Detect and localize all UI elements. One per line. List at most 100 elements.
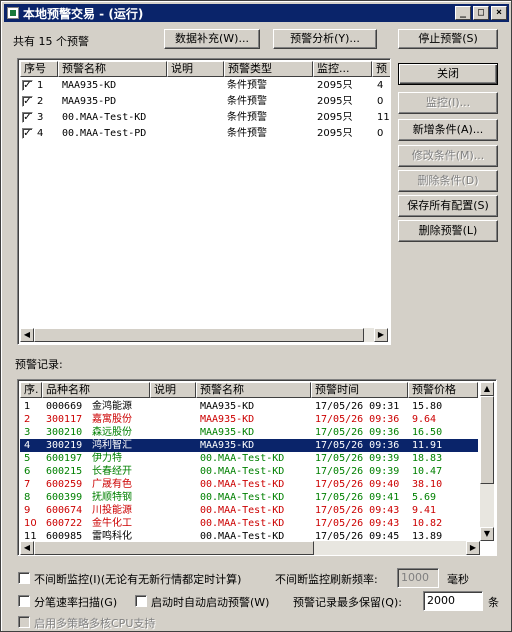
- close-window-button[interactable]: ×: [491, 6, 507, 20]
- record-row[interactable]: 1 000669 金鸿能源 MAA935-KD 17/05/26 09:31 15.80: [20, 400, 478, 413]
- alert-row[interactable]: ✓ 4 00.MAA-Test-PD 条件预警 2095只 0: [20, 127, 390, 140]
- record-row[interactable]: 5 600197 伊力特 00.MAA-Test-KD 17/05/26 09:39 18…: [20, 452, 478, 465]
- scroll-up-icon[interactable]: ▲: [480, 382, 494, 396]
- records-vscrollbar[interactable]: ▲ ▼: [480, 382, 494, 541]
- delete-alert-button[interactable]: 删除预警(L): [398, 220, 498, 242]
- alert-enable-checkbox[interactable]: ✓: [22, 112, 33, 123]
- add-condition-button[interactable]: 新增条件(A)...: [398, 119, 498, 141]
- record-num: 7: [24, 479, 31, 490]
- scroll-down-icon[interactable]: ▼: [480, 527, 494, 541]
- col-header-num[interactable]: 序号: [20, 61, 58, 77]
- modify-condition-button[interactable]: 修改条件(M)...: [398, 145, 498, 167]
- records-list[interactable]: 序. 品种名称 说明 预警名称 预警时间 预警价格 1 000669 金鸿能源 MAA…: [17, 379, 497, 556]
- record-row[interactable]: 4 300219 鸿利智汇 MAA935-KD 17/05/26 09:36 11.91: [20, 439, 478, 452]
- record-num: 1: [24, 401, 31, 412]
- alert-row[interactable]: ✓ 3 00.MAA-Test-KD 条件预警 2095只 11: [20, 111, 390, 124]
- record-code: 600674: [46, 505, 83, 516]
- record-num: 4: [24, 440, 31, 451]
- scroll-right-icon[interactable]: ▶: [374, 328, 388, 342]
- alert-enable-checkbox[interactable]: ✓: [22, 128, 33, 139]
- minimize-button[interactable]: _: [455, 6, 471, 20]
- record-price: 18.83: [412, 453, 443, 464]
- save-all-config-button[interactable]: 保存所有配置(S): [398, 195, 498, 217]
- scroll-thumb[interactable]: [34, 328, 364, 342]
- record-time: 17/05/26 09:40: [315, 479, 400, 490]
- record-name: 金牛化工: [92, 518, 132, 529]
- col-header-type[interactable]: 预警类型: [224, 61, 313, 77]
- alert-analysis-button[interactable]: 预警分析(Y)...: [273, 29, 377, 49]
- record-row[interactable]: 9 600674 川投能源 00.MAA-Test-KD 17/05/26 09:43 9…: [20, 504, 478, 517]
- alert-monitor: 2095只: [317, 80, 353, 91]
- auto-start-checkbox[interactable]: [135, 595, 147, 607]
- col-header-extra[interactable]: 预: [372, 61, 390, 77]
- alert-row[interactable]: ✓ 1 MAA935-KD 条件预警 2095只 4: [20, 79, 390, 92]
- record-name: 长春经开: [92, 466, 132, 477]
- data-supplement-button[interactable]: 数据补充(W)...: [164, 29, 260, 49]
- record-num: 2: [24, 414, 31, 425]
- scroll-thumb[interactable]: [34, 541, 314, 555]
- multi-cpu-checkbox[interactable]: [18, 616, 30, 628]
- max-records-input[interactable]: 2000: [423, 591, 483, 611]
- alerts-list[interactable]: 序号 预警名称 说明 预警类型 监控... 预 ✓ 1 MAA935-KD 条件…: [17, 58, 391, 345]
- record-name: 川投能源: [92, 505, 132, 516]
- rec-col-price[interactable]: 预警价格: [408, 382, 478, 398]
- delete-condition-button[interactable]: 删除条件(D): [398, 170, 498, 192]
- record-row[interactable]: 7 600259 广晟有色 00.MAA-Test-KD 17/05/26 09:40 3…: [20, 478, 478, 491]
- refresh-rate-label: 不间断监控刷新频率:: [275, 573, 378, 586]
- record-row[interactable]: 6 600215 长春经开 00.MAA-Test-KD 17/05/26 09:39 1…: [20, 465, 478, 478]
- col-header-monitor[interactable]: 监控...: [313, 61, 372, 77]
- record-time: 17/05/26 09:31: [315, 401, 400, 412]
- scroll-left-icon[interactable]: ◀: [20, 328, 34, 342]
- record-num: 5: [24, 453, 31, 464]
- col-header-desc[interactable]: 说明: [167, 61, 224, 77]
- alert-enable-checkbox[interactable]: ✓: [22, 80, 33, 91]
- record-row[interactable]: 10 600722 金牛化工 00.MAA-Test-KD 17/05/26 09:43…: [20, 517, 478, 530]
- record-code: 300219: [46, 440, 83, 451]
- record-name: 森远股份: [92, 427, 132, 438]
- rec-col-num[interactable]: 序.: [20, 382, 42, 398]
- title-bar: 本地预警交易 - (运行) _ □ ×: [4, 4, 509, 22]
- alert-count-label: 共有 15 个预警: [13, 35, 89, 48]
- scroll-right-icon[interactable]: ▶: [466, 541, 480, 555]
- alert-name: MAA935-PD: [62, 96, 117, 107]
- record-name: 抚顺特钢: [92, 492, 132, 503]
- vscroll-thumb[interactable]: [480, 396, 494, 484]
- rec-col-desc[interactable]: 说明: [150, 382, 196, 398]
- close-button[interactable]: 关闭: [398, 63, 498, 85]
- rec-col-time[interactable]: 预警时间: [311, 382, 408, 398]
- alert-row[interactable]: ✓ 2 MAA935-PD 条件预警 2095只 0: [20, 95, 390, 108]
- scroll-left-icon[interactable]: ◀: [20, 541, 34, 555]
- alert-extra: 0: [377, 96, 384, 107]
- record-price: 38.10: [412, 479, 443, 490]
- record-row[interactable]: 2 300117 嘉寓股份 MAA935-KD 17/05/26 09:36 9.64: [20, 413, 478, 426]
- continuous-monitor-checkbox[interactable]: [18, 572, 30, 584]
- alerts-hscrollbar[interactable]: ◀ ▶: [20, 328, 388, 342]
- maximize-button[interactable]: □: [473, 6, 489, 20]
- alert-enable-checkbox[interactable]: ✓: [22, 96, 33, 107]
- alert-num: 3: [37, 112, 44, 123]
- alert-name: 00.MAA-Test-KD: [62, 112, 147, 123]
- record-code: 300210: [46, 427, 83, 438]
- refresh-rate-input[interactable]: 1000: [397, 568, 439, 588]
- record-time: 17/05/26 09:36: [315, 440, 400, 451]
- monitor-button[interactable]: 监控(I)...: [398, 92, 498, 114]
- alert-num: 4: [37, 128, 44, 139]
- rec-col-name[interactable]: 品种名称: [42, 382, 150, 398]
- tick-scan-checkbox[interactable]: [18, 595, 30, 607]
- record-num: 9: [24, 505, 31, 516]
- col-header-name[interactable]: 预警名称: [58, 61, 167, 77]
- max-records-unit: 条: [488, 596, 499, 609]
- rec-col-alert[interactable]: 预警名称: [196, 382, 311, 398]
- records-hscrollbar[interactable]: ◀ ▶: [20, 541, 480, 555]
- record-price: 5.69: [412, 492, 437, 503]
- alert-extra: 11: [377, 112, 390, 123]
- main-window: 本地预警交易 - (运行) _ □ × 共有 15 个预警 数据补充(W)...…: [0, 0, 512, 632]
- record-row[interactable]: 3 300210 森远股份 MAA935-KD 17/05/26 09:36 16.50: [20, 426, 478, 439]
- record-row[interactable]: 8 600399 抚顺特钢 00.MAA-Test-KD 17/05/26 09:41 5…: [20, 491, 478, 504]
- record-code: 600399: [46, 492, 83, 503]
- record-time: 17/05/26 09:39: [315, 466, 400, 477]
- alert-type: 条件预警: [227, 128, 267, 139]
- stop-alert-button[interactable]: 停止预警(S): [398, 29, 498, 49]
- max-records-label: 预警记录最多保留(Q):: [293, 596, 402, 609]
- continuous-monitor-label: 不间断监控(I)(无论有无新行情都定时计算): [34, 573, 242, 586]
